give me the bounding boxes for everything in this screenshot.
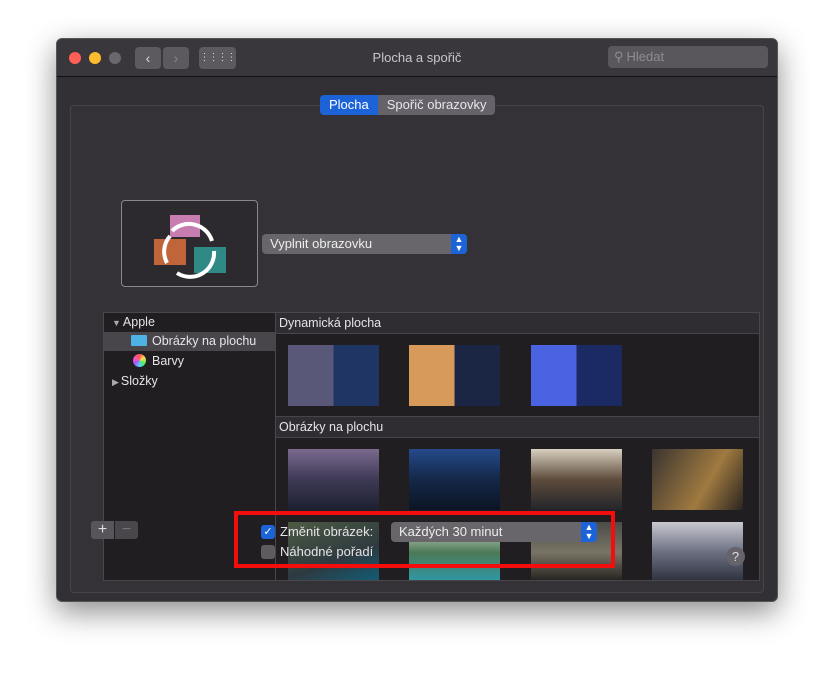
folder-icon <box>131 335 147 346</box>
source-label: Složky <box>120 374 158 388</box>
disclosure-closed-icon: ▶ <box>112 377 119 387</box>
source-label: Barvy <box>152 354 184 368</box>
rotating-pictures-icon <box>154 215 226 279</box>
chevron-updown-icon: ▲ ▼ <box>451 234 467 254</box>
source-desktop-pictures[interactable]: Obrázky na plochu <box>104 332 276 351</box>
title-bar: ‹ › ⋮⋮⋮⋮ Plocha a spořič ⚲ Hledat <box>57 39 777 77</box>
tab-bar: Plocha Spořič obrazovky <box>320 95 496 115</box>
fill-mode-select[interactable]: Vyplnit obrazovku ▲ ▼ <box>262 234 467 254</box>
source-folders[interactable]: ▶ Složky <box>104 372 276 391</box>
wallpaper-thumb[interactable] <box>531 449 622 510</box>
wallpaper-thumb[interactable] <box>409 449 500 510</box>
help-button[interactable]: ? <box>726 547 745 566</box>
tab-desktop[interactable]: Plocha <box>320 95 378 115</box>
wallpaper-thumb-catalina-dynamic[interactable] <box>288 345 379 406</box>
disclosure-open-icon: ▼ <box>112 318 121 328</box>
section-header: Dynamická plocha <box>276 313 759 334</box>
fill-mode-value: Vyplnit obrazovku <box>270 236 373 251</box>
search-placeholder: Hledat <box>626 49 665 64</box>
wallpaper-preview <box>121 200 258 287</box>
wallpaper-thumb[interactable] <box>288 449 379 510</box>
wallpaper-thumb[interactable] <box>652 449 743 510</box>
wallpaper-thumb-mojave-dynamic[interactable] <box>409 345 500 406</box>
remove-folder-button[interactable]: − <box>115 521 138 539</box>
color-wheel-icon <box>133 354 146 367</box>
tab-screensaver[interactable]: Spořič obrazovky <box>377 95 496 115</box>
source-colors[interactable]: Barvy <box>104 352 276 371</box>
source-label: Apple <box>122 315 155 329</box>
source-label: Obrázky na plochu <box>152 334 257 348</box>
wallpaper-thumb-gradient-dynamic[interactable] <box>531 345 622 406</box>
search-field[interactable]: ⚲ Hledat <box>608 46 768 68</box>
source-apple[interactable]: ▼ Apple <box>104 313 276 332</box>
add-folder-button[interactable]: + <box>91 521 114 539</box>
highlight-annotation <box>234 511 615 568</box>
search-icon: ⚲ <box>614 49 624 64</box>
section-header: Obrázky na plochu <box>276 416 759 438</box>
